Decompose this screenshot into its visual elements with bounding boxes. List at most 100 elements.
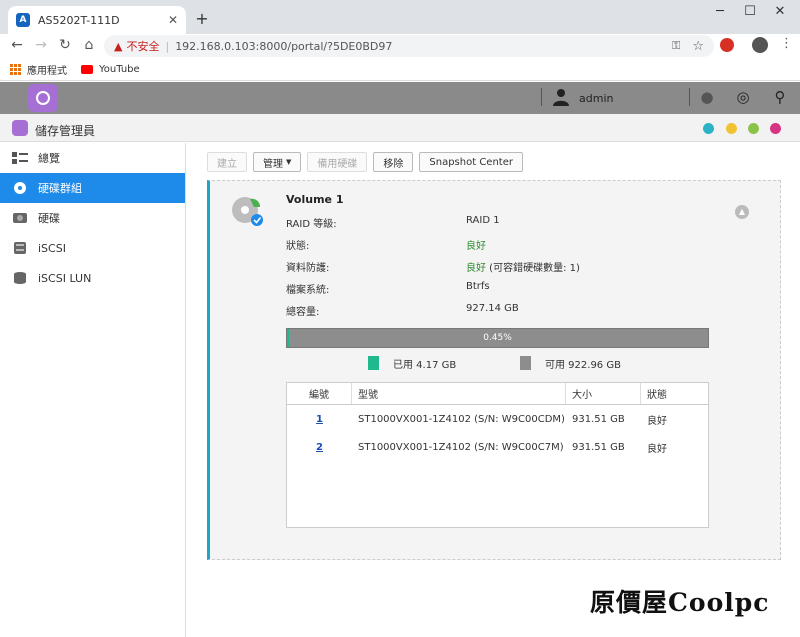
info-row-protection: 資料防護: 良好 (可容錯硬碟數量: 1) xyxy=(286,259,726,274)
menu-kebab-icon[interactable]: ⋮ xyxy=(780,36,793,51)
storage-manager-icon xyxy=(12,120,28,136)
youtube-icon xyxy=(81,64,93,74)
divider xyxy=(689,88,690,106)
info-row-raid: RAID 等級: RAID 1 xyxy=(286,215,726,230)
legend-free: 可用 922.96 GB xyxy=(520,356,621,371)
sidebar-item-disk[interactable]: 硬碟 xyxy=(0,203,185,233)
manage-button[interactable]: 管理 ▼ xyxy=(253,152,302,172)
info-value: 927.14 GB xyxy=(466,303,519,314)
tab-favicon-icon: A xyxy=(16,13,30,27)
disk-icon xyxy=(13,213,27,223)
maximize-button[interactable]: ☐ xyxy=(735,4,765,19)
disk-number-link[interactable]: 2 xyxy=(287,433,352,461)
info-value: Btrfs xyxy=(466,281,490,292)
header-model[interactable]: 型號 xyxy=(352,383,566,404)
window-dot-pink[interactable] xyxy=(770,123,781,134)
window-dot-green[interactable] xyxy=(748,123,759,134)
volume-panel[interactable]: Volume 1 ▲ RAID 等級: RAID 1 狀態: 良好 資料防護: … xyxy=(207,180,781,560)
adm-home-logo-icon[interactable] xyxy=(28,84,58,112)
new-tab-button[interactable]: + xyxy=(192,9,212,28)
table-row: 1 ST1000VX001-1Z4102 (S/N: W9C00CDM) 931… xyxy=(287,405,708,433)
watermark-logo: 原價屋Coolpc xyxy=(590,588,770,617)
minimize-button[interactable]: ─ xyxy=(705,4,735,19)
info-value: RAID 1 xyxy=(466,215,500,226)
disk-model: ST1000VX001-1Z4102 (S/N: W9C00C7M) xyxy=(358,441,564,453)
volume-icon xyxy=(14,182,26,194)
caret-down-icon: ▼ xyxy=(286,158,292,166)
search-icon[interactable]: ⚲ xyxy=(771,88,789,106)
insecure-label: 不安全 xyxy=(126,40,160,53)
free-label: 可用 922.96 GB xyxy=(545,359,621,371)
info-label: RAID 等級: xyxy=(286,219,337,230)
home-icon[interactable]: ⌂ xyxy=(80,37,98,53)
notification-icon[interactable]: ● xyxy=(698,88,716,106)
info-label: 總容量: xyxy=(286,307,320,318)
info-row-capacity: 總容量: 927.14 GB xyxy=(286,303,726,318)
app-title: 儲存管理員 xyxy=(35,124,96,138)
bookmarks-bar: 應用程式 YouTube xyxy=(0,58,800,81)
disk-number-link[interactable]: 1 xyxy=(287,405,352,433)
sidebar-item-label: iSCSI xyxy=(38,241,66,255)
browser-tab[interactable]: A AS5202T-111D ✕ xyxy=(8,6,186,34)
toolbar: 建立 管理 ▼ 備用硬碟 移除 Snapshot Center xyxy=(207,152,523,172)
disk-size: 931.51 GB xyxy=(572,413,625,425)
table-row: 2 ST1000VX001-1Z4102 (S/N: W9C00C7M) 931… xyxy=(287,433,708,461)
overview-icon xyxy=(12,152,28,164)
key-icon[interactable]: ⚿ xyxy=(672,39,680,53)
disk-status: 良好 xyxy=(647,415,667,427)
usage-percent-label: 0.45% xyxy=(483,333,512,343)
reload-icon[interactable]: ↻ xyxy=(56,37,74,53)
volume-disk-icon xyxy=(232,197,263,226)
url-input[interactable]: ▲ 不安全 | 192.168.0.103:8000/portal/?5DE0B… xyxy=(104,35,714,57)
used-swatch xyxy=(368,356,379,370)
legend-used: 已用 4.17 GB xyxy=(368,356,457,371)
url-text: 192.168.0.103:8000/portal/?5DE0BD97 xyxy=(175,39,393,53)
iscsi-icon xyxy=(14,242,26,254)
bookmark-youtube[interactable]: YouTube xyxy=(99,64,140,75)
disk-size: 931.51 GB xyxy=(572,441,625,453)
header-status[interactable]: 狀態 xyxy=(641,383,708,404)
manage-button-label: 管理 xyxy=(263,158,283,170)
disk-table: 編號 型號 大小 狀態 1 ST1000VX001-1Z4102 (S/N: W… xyxy=(286,382,709,528)
create-button[interactable]: 建立 xyxy=(207,152,247,172)
sidebar-item-overview[interactable]: 總覽 xyxy=(0,143,185,173)
usage-progress-bar: 0.45% xyxy=(286,328,709,348)
info-value: 良好 xyxy=(466,237,486,252)
extension-icon[interactable] xyxy=(720,38,734,52)
sidebar-item-label: iSCSI LUN xyxy=(38,271,92,285)
sidebar-item-label: 總覽 xyxy=(38,152,60,165)
warning-icon: ▲ xyxy=(114,39,123,53)
table-header: 編號 型號 大小 狀態 xyxy=(287,383,708,405)
sidebar-item-iscsi[interactable]: iSCSI xyxy=(0,233,185,263)
used-label: 已用 4.17 GB xyxy=(393,359,457,371)
tab-close-icon[interactable]: ✕ xyxy=(168,13,178,27)
spare-disk-button[interactable]: 備用硬碟 xyxy=(307,152,368,172)
disk-status: 良好 xyxy=(647,443,667,455)
window-dot-yellow[interactable] xyxy=(726,123,737,134)
iscsi-lun-icon xyxy=(14,272,26,284)
app-title-bar: 儲存管理員 xyxy=(0,114,800,142)
username-label[interactable]: admin xyxy=(579,92,613,105)
address-bar-row: ← → ↻ ⌂ ▲ 不安全 | 192.168.0.103:8000/porta… xyxy=(0,34,800,58)
sidebar-item-volume[interactable]: 硬碟群組 xyxy=(0,173,185,203)
main-content: 建立 管理 ▼ 備用硬碟 移除 Snapshot Center Volume 1… xyxy=(187,143,800,637)
dashboard-icon[interactable]: ◎ xyxy=(734,88,752,106)
back-arrow-icon[interactable]: ← xyxy=(8,37,26,53)
star-icon[interactable]: ☆ xyxy=(692,39,704,54)
storage-manager-window: 儲存管理員 總覽 硬碟群組 硬碟 iSCSI iSCSI LUN 建立 管理 ▼… xyxy=(0,114,800,637)
disk-model: ST1000VX001-1Z4102 (S/N: W9C00CDM) xyxy=(358,413,565,425)
window-dot-teal[interactable] xyxy=(703,123,714,134)
header-number[interactable]: 編號 xyxy=(287,383,352,404)
account-icon[interactable] xyxy=(752,37,768,53)
header-size[interactable]: 大小 xyxy=(566,383,641,404)
remove-button[interactable]: 移除 xyxy=(373,152,414,172)
forward-arrow-icon[interactable]: → xyxy=(32,37,50,53)
divider xyxy=(541,88,542,106)
status-good-text: 良好 xyxy=(466,241,486,252)
snapshot-center-button[interactable]: Snapshot Center xyxy=(419,152,523,172)
collapse-chevron-up-icon[interactable]: ▲ xyxy=(735,205,749,219)
sidebar-item-iscsi-lun[interactable]: iSCSI LUN xyxy=(0,263,185,293)
protection-good-text: 良好 xyxy=(466,263,486,274)
close-window-button[interactable]: ✕ xyxy=(765,4,795,19)
bookmark-apps[interactable]: 應用程式 xyxy=(27,62,67,77)
